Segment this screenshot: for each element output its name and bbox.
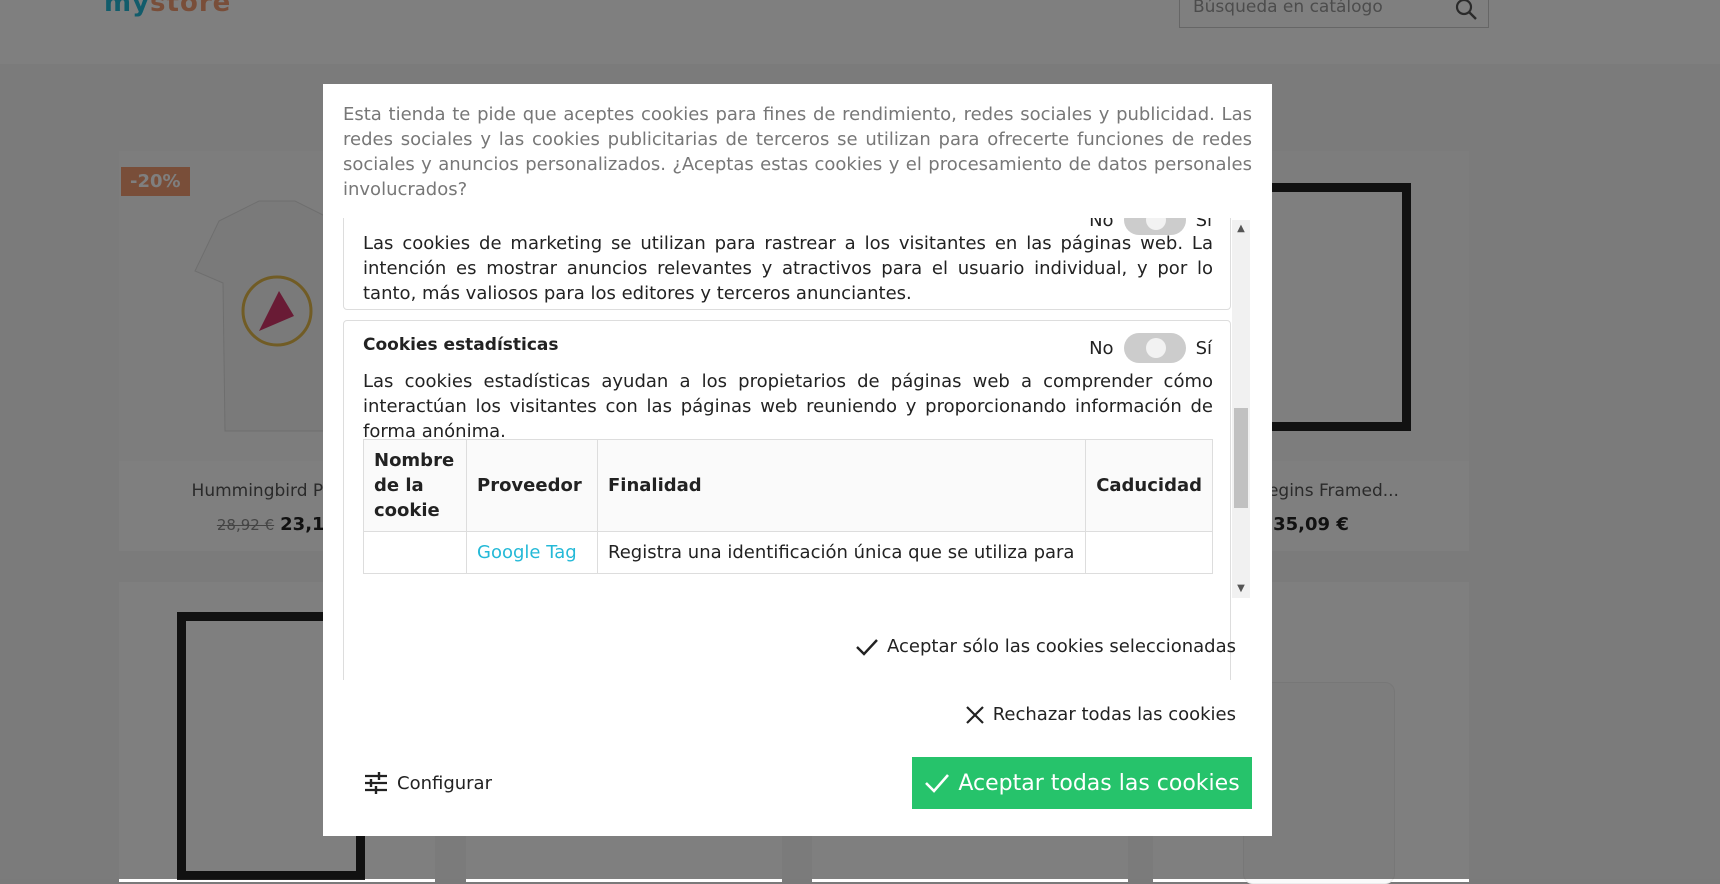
statistics-title: Cookies estadísticas [363, 335, 559, 355]
accept-all-button[interactable]: Aceptar todas las cookies [912, 757, 1252, 809]
table-row: Google Tag Registra una identificación ú… [363, 531, 1213, 574]
configure-button[interactable]: Configurar [363, 771, 492, 795]
toggle-knob [1145, 218, 1166, 230]
accept-selected-label: Aceptar sólo las cookies seleccionadas [887, 636, 1236, 657]
consent-intro-text: Esta tienda te pide que aceptes cookies … [343, 104, 1252, 200]
cookie-categories-scroll[interactable]: No Sí Las cookies de marketing se utiliz… [343, 218, 1273, 680]
reject-all-button[interactable]: Rechazar todas las cookies [965, 704, 1236, 725]
provider-link[interactable]: Google Tag [477, 542, 577, 563]
header-provider: Proveedor [466, 439, 598, 532]
toggle-no-label: No [1089, 337, 1114, 359]
statistics-toggle-group: No Sí [1089, 333, 1212, 363]
toggle-knob [1145, 338, 1166, 358]
statistics-cookies-section: Cookies estadísticas No Sí Las cookies e… [343, 320, 1231, 680]
statistics-cookie-table: Nombre de la cookie Proveedor Finalidad … [363, 439, 1213, 574]
toggle-yes-label: Sí [1195, 337, 1212, 359]
marketing-cookies-section: No Sí Las cookies de marketing se utiliz… [343, 218, 1231, 310]
categories-scrollbar[interactable]: ▲ ▼ [1232, 220, 1250, 598]
scroll-up-arrow-icon[interactable]: ▲ [1232, 220, 1250, 238]
statistics-toggle[interactable] [1123, 333, 1186, 363]
scroll-down-arrow-icon[interactable]: ▼ [1232, 580, 1250, 598]
header-purpose: Finalidad [596, 439, 1087, 532]
table-header-row: Nombre de la cookie Proveedor Finalidad … [363, 439, 1213, 532]
check-icon [925, 774, 950, 793]
cell-purpose: Registra una identificación única que se… [596, 531, 1087, 574]
toggle-no-label: No [1089, 218, 1114, 231]
cell-provider: Google Tag [466, 531, 598, 574]
check-icon [856, 638, 878, 656]
accept-all-label: Aceptar todas las cookies [958, 770, 1240, 796]
close-icon [965, 705, 984, 724]
scrollbar-thumb[interactable] [1234, 408, 1248, 508]
accept-selected-button[interactable]: Aceptar sólo las cookies seleccionadas [855, 636, 1236, 657]
cookie-consent-modal: Esta tienda te pide que aceptes cookies … [323, 84, 1272, 836]
header-cookie-name: Nombre de la cookie [363, 439, 467, 532]
configure-label: Configurar [397, 772, 492, 794]
statistics-description: Las cookies estadísticas ayudan a los pr… [363, 371, 1213, 442]
toggle-yes-label: Sí [1195, 218, 1212, 231]
marketing-description: Las cookies de marketing se utilizan par… [363, 233, 1213, 304]
reject-all-label: Rechazar todas las cookies [992, 704, 1236, 725]
header-expiry: Caducidad [1085, 439, 1213, 532]
sliders-icon [365, 772, 387, 794]
cell-expiry [1085, 531, 1213, 574]
cell-cookie-name [363, 531, 467, 574]
